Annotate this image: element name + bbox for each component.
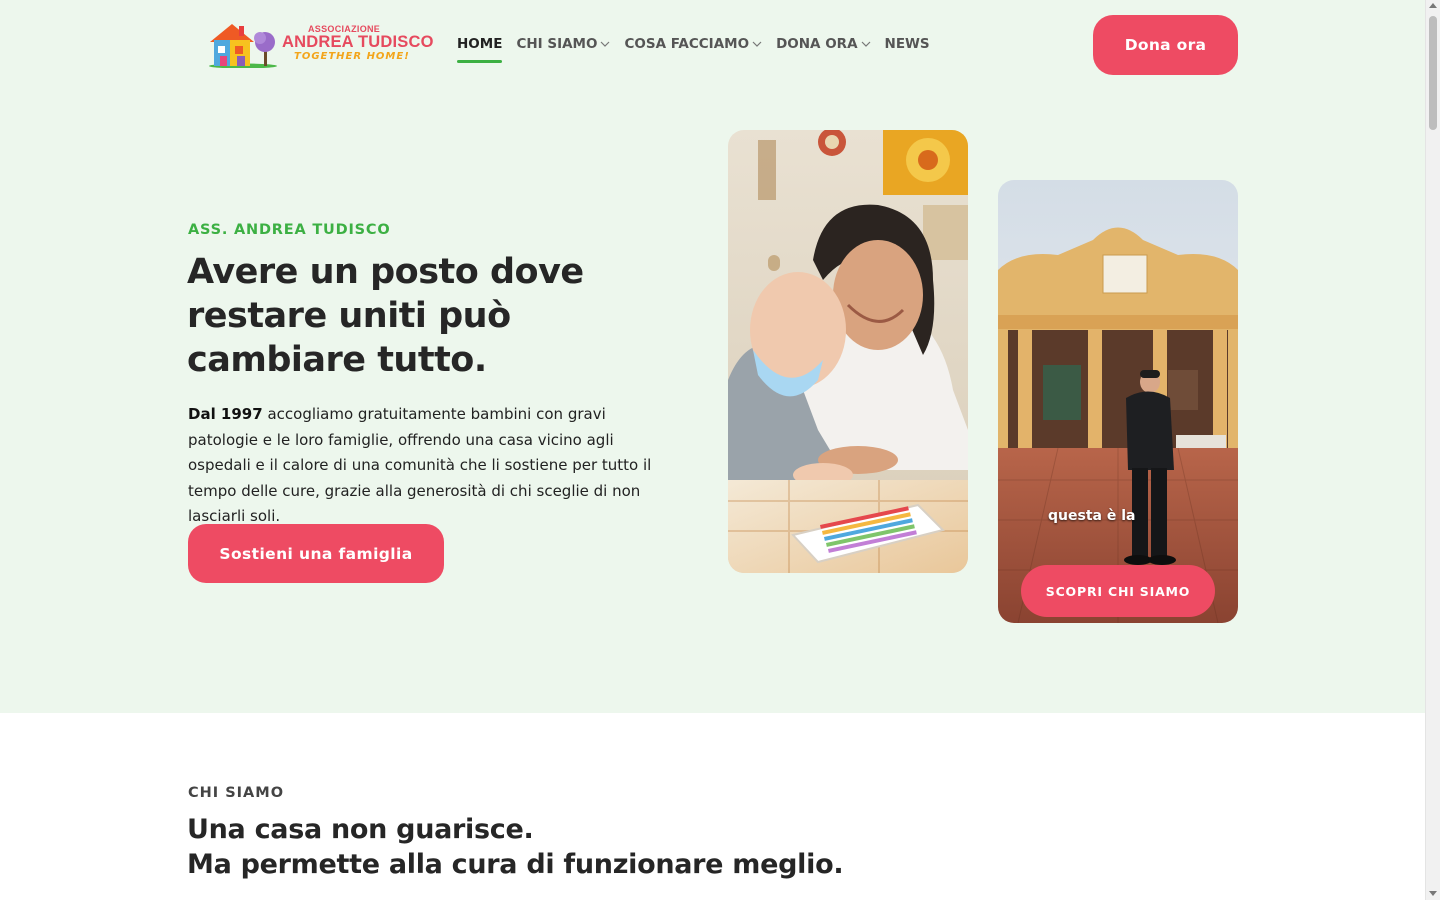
video-caption: questa è la	[1048, 508, 1136, 524]
chevron-down-icon	[861, 41, 870, 47]
nav-item-label: NEWS	[884, 36, 930, 52]
chevron-down-icon	[752, 41, 762, 47]
hero-headline: Avere un posto dove restare uniti può ca…	[187, 252, 584, 380]
site-logo[interactable]: ASSOCIAZIONE ANDREA TUDISCO TOGETHER HOM…	[208, 18, 433, 70]
chevron-down-icon	[601, 41, 610, 47]
intro-text: accogliamo gratuitamente bambini con gra…	[188, 405, 652, 525]
nav-item-label: DONA ORA	[776, 36, 858, 52]
hero-intro: Dal 1997 accogliamo gratuitamente bambin…	[188, 402, 678, 530]
video-still-illustration	[998, 180, 1238, 623]
hero-eyebrow: ASS. ANDREA TUDISCO	[188, 222, 391, 238]
support-family-button[interactable]: Sostieni una famiglia	[188, 524, 444, 583]
house-logo-icon	[209, 24, 277, 68]
photo-illustration	[728, 130, 968, 573]
about-eyebrow: CHI SIAMO	[188, 785, 285, 801]
scroll-up-arrow-icon[interactable]	[1429, 3, 1437, 8]
discover-about-button[interactable]: SCOPRI CHI SIAMO	[1021, 565, 1215, 617]
scroll-down-arrow-icon[interactable]	[1429, 891, 1437, 896]
scrollbar-thumb[interactable]	[1429, 16, 1437, 130]
nav-item-label: CHI SIAMO	[516, 36, 598, 52]
about-title: Una casa non guarisce. Ma permette alla …	[187, 812, 844, 882]
hero-photo-mother-child	[728, 130, 968, 573]
main-nav: HOME CHI SIAMO COSA FACCIAMO DONA ORA NE…	[457, 34, 944, 63]
video-card[interactable]: questa è la SCOPRI CHI SIAMO	[998, 180, 1238, 623]
page-scrollbar[interactable]	[1425, 0, 1440, 900]
nav-item-dona-ora[interactable]: DONA ORA	[776, 34, 870, 54]
about-title-line2: Ma permette alla cura di funzionare megl…	[187, 849, 844, 880]
nav-item-cosa-facciamo[interactable]: COSA FACCIAMO	[624, 34, 762, 54]
logo-main-text: ANDREA TUDISCO	[282, 33, 434, 51]
nav-item-news[interactable]: NEWS	[885, 34, 930, 54]
about-title-line1: Una casa non guarisce.	[187, 814, 534, 845]
donate-button[interactable]: Dona ora	[1093, 15, 1238, 75]
logo-tagline: TOGETHER HOME!	[294, 51, 410, 62]
nav-item-label: HOME	[457, 36, 503, 52]
nav-item-chi-siamo[interactable]: CHI SIAMO	[516, 34, 610, 54]
intro-highlight: Dal 1997	[188, 405, 263, 423]
nav-item-home[interactable]: HOME	[457, 34, 503, 63]
nav-item-label: COSA FACCIAMO	[624, 36, 750, 52]
